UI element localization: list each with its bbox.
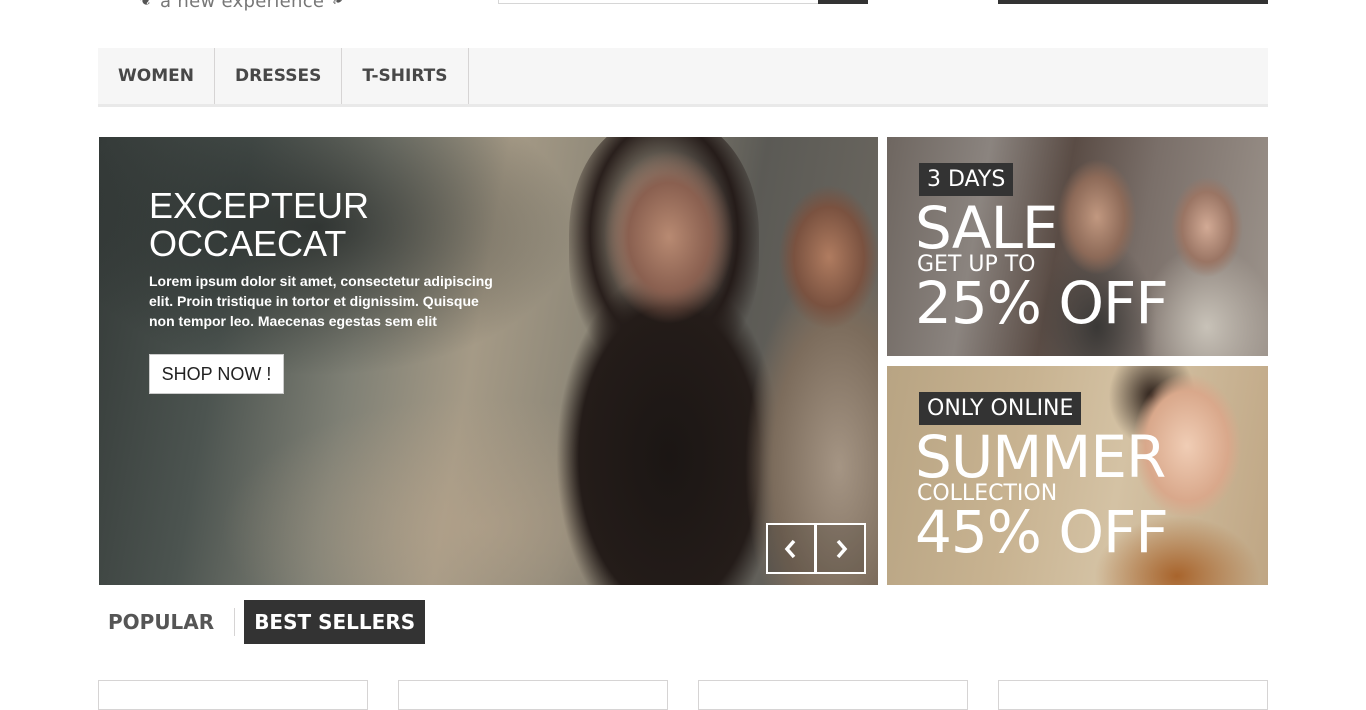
promo-banner-sale[interactable]: 3 DAYS SALE GET UP TO 25% OFF [887, 137, 1268, 356]
product-tabs: POPULAR BEST SELLERS [98, 600, 426, 644]
slider-prev-button[interactable] [766, 523, 816, 574]
banner-offer: 25% OFF [915, 269, 1169, 337]
tab-popular[interactable]: POPULAR [98, 600, 224, 644]
home-slider: EXCEPTEUR OCCAECAT Lorem ipsum dolor sit… [99, 137, 878, 585]
product-card[interactable] [98, 680, 368, 710]
product-card[interactable] [698, 680, 968, 710]
tab-best-sellers[interactable]: BEST SELLERS [244, 600, 426, 644]
leaf-icon: ❦ [137, 0, 155, 11]
slide-title-line: EXCEPTEUR [149, 185, 370, 226]
slide-image-detail [739, 137, 878, 585]
header: ❦ a new experience ❧ [0, 0, 1366, 40]
product-card[interactable] [998, 680, 1268, 710]
logo-tagline[interactable]: ❦ a new experience ❧ [137, 0, 347, 12]
menu-item-label: T-SHIRTS [362, 66, 448, 86]
chevron-right-icon [836, 539, 847, 558]
menu-item-dresses[interactable]: DRESSES [215, 48, 343, 104]
banner-badge: 3 DAYS [919, 163, 1014, 196]
slide-title-line: OCCAECAT [149, 223, 347, 264]
leaf-icon: ❧ [329, 0, 347, 11]
slide-title: EXCEPTEUR OCCAECAT [149, 187, 549, 263]
tagline-text: a new experience [160, 0, 325, 12]
tab-divider [234, 608, 236, 636]
slider-next-button[interactable] [816, 523, 866, 574]
banner-offer: 45% OFF [915, 498, 1169, 566]
shop-now-button[interactable]: SHOP NOW ! [149, 354, 284, 394]
search-button[interactable] [818, 0, 868, 4]
product-card[interactable] [398, 680, 668, 710]
slide-description: Lorem ipsum dolor sit amet, consectetur … [149, 273, 493, 329]
search-input[interactable] [498, 0, 868, 4]
banner-headline: SUMMER [915, 423, 1166, 491]
menu-item-tshirts[interactable]: T-SHIRTS [342, 48, 469, 104]
banner-badge: ONLY ONLINE [919, 392, 1082, 425]
main-menu: WOMEN DRESSES T-SHIRTS [98, 48, 1268, 107]
chevron-left-icon [784, 539, 796, 558]
promo-banner-summer[interactable]: ONLY ONLINE SUMMER COLLECTION 45% OFF [887, 366, 1268, 585]
menu-item-women[interactable]: WOMEN [98, 48, 215, 104]
menu-item-label: DRESSES [234, 66, 322, 86]
slider-controls [766, 523, 867, 574]
menu-item-label: WOMEN [118, 66, 194, 86]
banner-headline: SALE [915, 194, 1059, 262]
cart-button[interactable] [998, 0, 1268, 4]
